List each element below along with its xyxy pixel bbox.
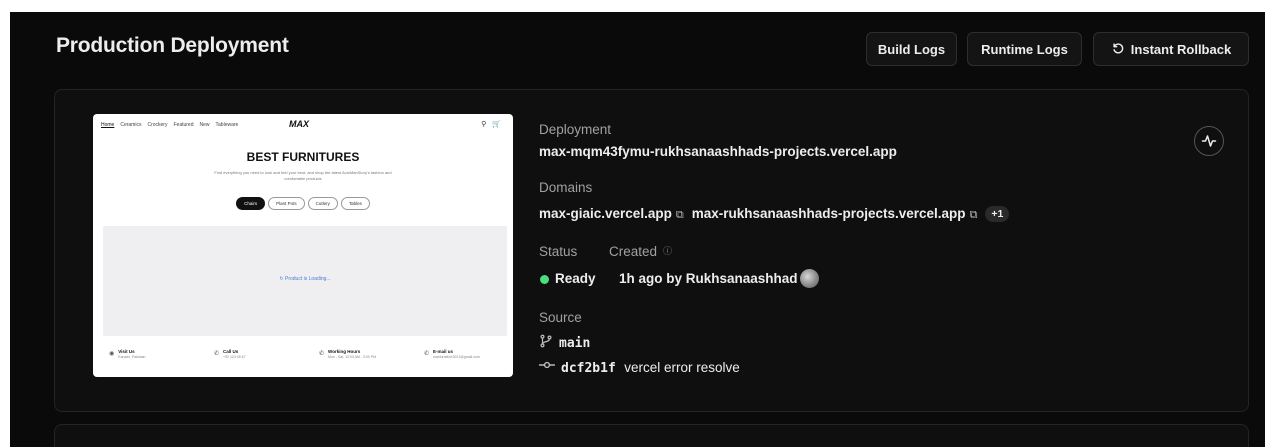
status-dot	[540, 275, 549, 284]
domains-label: Domains	[539, 180, 593, 195]
more-domains-badge[interactable]: +1	[985, 206, 1010, 222]
deployment-card: Home Ceramics Crockery Featured New Tabl…	[54, 89, 1249, 412]
build-logs-button[interactable]: Build Logs	[866, 32, 957, 66]
instant-rollback-label: Instant Rollback	[1130, 41, 1232, 57]
commit-icon	[538, 358, 556, 376]
status-label: Status	[539, 244, 578, 259]
preview-nav-item: Tableware	[215, 122, 239, 128]
preview-footer-item: ✆ Call Us +92 123 45 67	[198, 348, 303, 360]
preview-nav-item: Ceramics	[120, 122, 142, 128]
preview-heading: BEST FURNITURES	[246, 150, 360, 164]
preview-footer-item: ✆ E-mail us maxfurniture2021@gmail.com	[408, 348, 513, 360]
spinner-icon: ↻	[279, 276, 284, 282]
page-title: Production Deployment	[56, 34, 289, 57]
commit-line: dcf2b1f vercel error resolve	[561, 359, 740, 377]
preview-footer-sub: Karachi, Pakistan	[118, 355, 146, 359]
status-value: Ready	[555, 271, 596, 286]
preview-loading-text: Product is Loading...	[285, 276, 331, 282]
preview-footer-sub: +92 123 45 67	[223, 355, 246, 359]
deployment-preview[interactable]: Home Ceramics Crockery Featured New Tabl…	[93, 114, 513, 377]
preview-loading: ↻ Product is Loading...	[103, 276, 507, 282]
preview-footer-item: ◉ Visit Us Karachi, Pakistan	[93, 348, 198, 360]
activity-icon	[1201, 135, 1217, 147]
activity-button[interactable]	[1194, 126, 1224, 156]
preview-product-area: ↻ Product is Loading...	[103, 226, 507, 336]
phone-icon: ✆	[424, 351, 430, 357]
created-value: 1h ago by Rukhsanaashhad	[619, 271, 798, 286]
preview-chip: Plant Pots	[268, 197, 305, 210]
deployment-panel: Production Deployment Build Logs Runtime…	[10, 12, 1265, 447]
branch-icon	[539, 334, 553, 352]
search-icon: ⚲	[481, 121, 487, 128]
commit-message: vercel error resolve	[624, 360, 740, 375]
preview-logo: MAX	[289, 119, 309, 129]
preview-chip: Cutlery	[307, 197, 338, 210]
external-link-icon[interactable]: ⧉	[676, 209, 684, 221]
preview-nav-item: Crockery	[147, 122, 168, 128]
preview-subtitle: Find everything you need to look and fee…	[214, 170, 392, 181]
undo-icon	[1111, 41, 1125, 58]
phone-icon: ✆	[319, 351, 325, 357]
preview-footer-title: E-mail us	[433, 349, 454, 354]
preview-nav-item: Home	[101, 122, 115, 128]
domain-link[interactable]: max-rukhsanaashhads-projects.vercel.app	[692, 206, 966, 221]
cart-icon: 🛒	[492, 121, 501, 128]
avatar[interactable]	[800, 269, 819, 288]
domains-list: max-giaic.vercel.app ⧉ max-rukhsanaashhads…	[539, 206, 1010, 222]
created-label-group: Created ⓘ	[609, 244, 672, 259]
commit-hash[interactable]: dcf2b1f	[561, 361, 616, 376]
preview-footer-sub: maxfurniture2021@gmail.com	[433, 355, 480, 359]
preview-footer: ◉ Visit Us Karachi, Pakistan ✆ Call Us +…	[93, 348, 513, 360]
runtime-logs-button[interactable]: Runtime Logs	[967, 32, 1082, 66]
location-icon: ◉	[109, 351, 115, 357]
preview-footer-title: Visit Us	[118, 349, 135, 354]
source-label: Source	[539, 310, 582, 325]
preview-icons: ⚲ 🛒	[481, 120, 501, 128]
preview-nav: Home Ceramics Crockery Featured New Tabl…	[101, 122, 238, 128]
preview-chip: Tables	[340, 197, 370, 210]
instant-rollback-button[interactable]: Instant Rollback	[1093, 32, 1249, 66]
phone-icon: ✆	[214, 351, 220, 357]
preview-chip: Chairs	[236, 197, 266, 210]
preview-chips: Chairs Plant Pots Cutlery Tables	[93, 197, 513, 210]
next-card	[54, 424, 1249, 447]
branch-name[interactable]: main	[559, 336, 590, 351]
deployment-url-link[interactable]: max-mqm43fymu-rukhsanaashhads-projects.v…	[539, 144, 897, 159]
preview-nav-item: Featured	[173, 122, 194, 128]
external-link-icon[interactable]: ⧉	[970, 209, 978, 221]
deployment-label: Deployment	[539, 122, 612, 137]
preview-nav-item: New	[199, 122, 210, 128]
preview-footer-title: Working Hours	[328, 349, 361, 354]
preview-footer-sub: Mon - Sat, 10:00 AM - 3:00 PM	[328, 355, 377, 359]
created-label: Created	[609, 244, 658, 259]
info-icon[interactable]: ⓘ	[663, 246, 672, 256]
preview-footer-title: Call Us	[223, 349, 239, 354]
domain-link[interactable]: max-giaic.vercel.app	[539, 206, 672, 221]
preview-footer-item: ✆ Working Hours Mon - Sat, 10:00 AM - 3:…	[303, 348, 408, 360]
